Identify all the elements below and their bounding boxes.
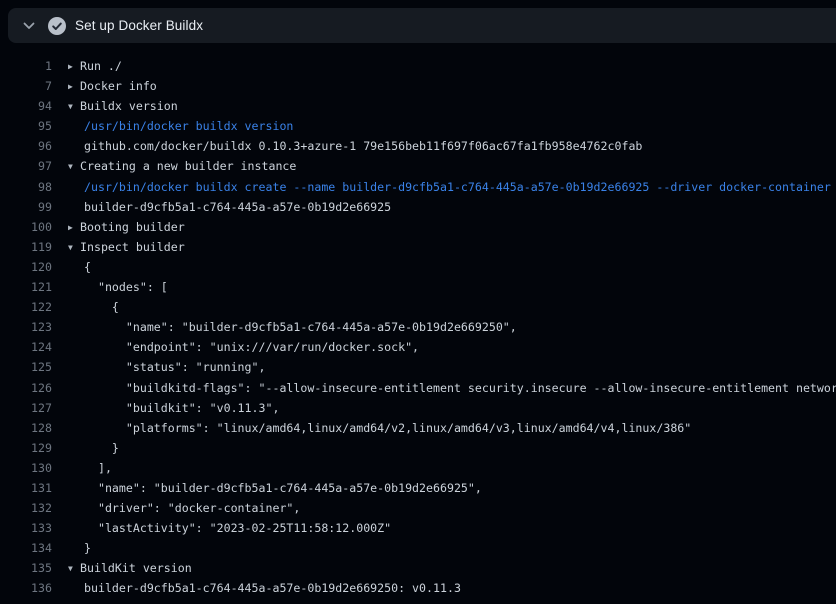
group-arrow-expanded-icon[interactable]: ▼: [68, 97, 80, 116]
log-text: ],: [84, 461, 112, 475]
log-text: }: [84, 541, 91, 555]
log-line[interactable]: 7 ▶Docker info: [0, 76, 836, 96]
log-line: 120 {: [0, 257, 836, 277]
log-line[interactable]: 1 ▶Run ./: [0, 56, 836, 76]
log-line: 127 "buildkit": "v0.11.3",: [0, 398, 836, 418]
line-number[interactable]: 126: [0, 378, 52, 398]
log-text: "platforms": "linux/amd64,linux/amd64/v2…: [84, 421, 691, 435]
log-viewer: Set up Docker Buildx 1 ▶Run ./ 7 ▶Docker…: [0, 0, 836, 604]
line-number[interactable]: 98: [0, 177, 52, 197]
line-number[interactable]: 122: [0, 297, 52, 317]
log-text: "name": "builder-d9cfb5a1-c764-445a-a57e…: [84, 481, 482, 495]
log-line[interactable]: 94 ▼Buildx version: [0, 96, 836, 116]
log-line: 134 }: [0, 538, 836, 558]
log-line: 126 "buildkitd-flags": "--allow-insecure…: [0, 378, 836, 398]
line-number[interactable]: 135: [0, 558, 52, 578]
log-text[interactable]: Buildx version: [80, 99, 178, 113]
group-arrow-expanded-icon[interactable]: ▼: [68, 157, 80, 176]
line-number[interactable]: 124: [0, 337, 52, 357]
check-circle-icon: [48, 17, 66, 35]
log-text[interactable]: Docker info: [80, 79, 157, 93]
log-line[interactable]: 100 ▶Booting builder: [0, 217, 836, 237]
log-line: 136 builder-d9cfb5a1-c764-445a-a57e-0b19…: [0, 578, 836, 598]
log-line: 99 builder-d9cfb5a1-c764-445a-a57e-0b19d…: [0, 197, 836, 217]
log-line: 95 /usr/bin/docker buildx version: [0, 116, 836, 136]
log-text: "status": "running",: [84, 360, 265, 374]
log-text: github.com/docker/buildx 0.10.3+azure-1 …: [84, 139, 642, 153]
group-arrow-collapsed-icon[interactable]: ▶: [68, 57, 80, 76]
line-number[interactable]: 132: [0, 498, 52, 518]
line-number[interactable]: 95: [0, 116, 52, 136]
log-text: {: [84, 260, 91, 274]
log-text[interactable]: Creating a new builder instance: [80, 159, 296, 173]
log-text[interactable]: Booting builder: [80, 220, 185, 234]
line-number[interactable]: 133: [0, 518, 52, 538]
log-text[interactable]: BuildKit version: [80, 561, 192, 575]
log-line: 98 /usr/bin/docker buildx create --name …: [0, 177, 836, 197]
log-text: /usr/bin/docker buildx create --name bui…: [84, 180, 831, 194]
line-number[interactable]: 96: [0, 136, 52, 156]
log-line: 130 ],: [0, 458, 836, 478]
log-line: 96 github.com/docker/buildx 0.10.3+azure…: [0, 136, 836, 156]
line-number[interactable]: 100: [0, 217, 52, 237]
log-line: 132 "driver": "docker-container",: [0, 498, 836, 518]
line-number[interactable]: 123: [0, 317, 52, 337]
log-text: "buildkitd-flags": "--allow-insecure-ent…: [84, 381, 836, 395]
line-number[interactable]: 127: [0, 398, 52, 418]
log-text: "driver": "docker-container",: [84, 501, 300, 515]
log-line: 121 "nodes": [: [0, 277, 836, 297]
log-text: /usr/bin/docker buildx version: [84, 119, 293, 133]
log-text: {: [84, 300, 119, 314]
log-line: 123 "name": "builder-d9cfb5a1-c764-445a-…: [0, 317, 836, 337]
log-area: 1 ▶Run ./ 7 ▶Docker info 94 ▼Buildx vers…: [0, 43, 836, 599]
log-text: "endpoint": "unix:///var/run/docker.sock…: [84, 340, 419, 354]
log-text[interactable]: Inspect builder: [80, 240, 185, 254]
step-title: Set up Docker Buildx: [75, 18, 203, 33]
line-number[interactable]: 121: [0, 277, 52, 297]
log-text: }: [84, 441, 119, 455]
log-text: "name": "builder-d9cfb5a1-c764-445a-a57e…: [84, 320, 517, 334]
line-number[interactable]: 119: [0, 237, 52, 257]
line-number[interactable]: 134: [0, 538, 52, 558]
log-line: 131 "name": "builder-d9cfb5a1-c764-445a-…: [0, 478, 836, 498]
log-text: builder-d9cfb5a1-c764-445a-a57e-0b19d2e6…: [84, 200, 391, 214]
step-header[interactable]: Set up Docker Buildx: [8, 8, 836, 43]
log-text: "lastActivity": "2023-02-25T11:58:12.000…: [84, 521, 391, 535]
log-line[interactable]: 119 ▼Inspect builder: [0, 237, 836, 257]
line-number[interactable]: 1: [0, 56, 52, 76]
line-number[interactable]: 136: [0, 578, 52, 598]
line-number[interactable]: 131: [0, 478, 52, 498]
log-line: 122 {: [0, 297, 836, 317]
log-text: "nodes": [: [84, 280, 168, 294]
line-number[interactable]: 99: [0, 197, 52, 217]
log-text: builder-d9cfb5a1-c764-445a-a57e-0b19d2e6…: [84, 581, 461, 595]
line-number[interactable]: 129: [0, 438, 52, 458]
line-number[interactable]: 128: [0, 418, 52, 438]
group-arrow-collapsed-icon[interactable]: ▶: [68, 218, 80, 237]
log-line[interactable]: 97 ▼Creating a new builder instance: [0, 156, 836, 176]
line-number[interactable]: 125: [0, 357, 52, 377]
group-arrow-expanded-icon[interactable]: ▼: [68, 559, 80, 578]
log-line: 124 "endpoint": "unix:///var/run/docker.…: [0, 337, 836, 357]
log-text[interactable]: Run ./: [80, 59, 122, 73]
log-text: "buildkit": "v0.11.3",: [84, 401, 279, 415]
log-line: 125 "status": "running",: [0, 357, 836, 377]
group-arrow-collapsed-icon[interactable]: ▶: [68, 77, 80, 96]
log-line[interactable]: 135 ▼BuildKit version: [0, 558, 836, 578]
log-line: 133 "lastActivity": "2023-02-25T11:58:12…: [0, 518, 836, 538]
log-line: 128 "platforms": "linux/amd64,linux/amd6…: [0, 418, 836, 438]
line-number[interactable]: 130: [0, 458, 52, 478]
line-number[interactable]: 120: [0, 257, 52, 277]
group-arrow-expanded-icon[interactable]: ▼: [68, 238, 80, 257]
log-line: 129 }: [0, 438, 836, 458]
chevron-down-icon[interactable]: [22, 19, 36, 33]
line-number[interactable]: 94: [0, 96, 52, 116]
line-number[interactable]: 97: [0, 156, 52, 176]
line-number[interactable]: 7: [0, 76, 52, 96]
